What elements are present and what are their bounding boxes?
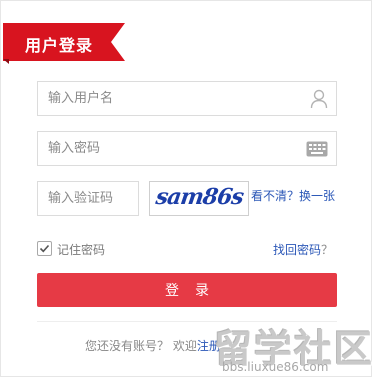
login-button[interactable]: 登录 <box>37 273 337 307</box>
captcha-image[interactable]: sam86s <box>149 181 249 216</box>
remember-label: 记住密码 <box>57 243 106 257</box>
watermark-url: bbs.liuxue86.com <box>222 360 329 374</box>
watermark: 留学社区 bbs.liuxue86.com <box>214 318 372 376</box>
register-line: 您还没有账号？ 欢迎注册 <box>85 337 221 354</box>
checkbox-box[interactable] <box>37 241 52 256</box>
keyboard-icon[interactable] <box>306 141 328 157</box>
ribbon-fold <box>3 59 9 64</box>
forgot-suffix: ？ <box>320 243 333 257</box>
captcha-text: sam86s <box>154 184 245 210</box>
captcha-field <box>37 181 139 216</box>
register-prompt: 您还没有账号？ 欢迎 <box>85 339 197 353</box>
username-input[interactable] <box>48 82 296 115</box>
title-ribbon: 用户登录 <box>3 23 125 61</box>
password-field <box>37 131 337 166</box>
page-title: 用户登录 <box>25 36 94 55</box>
forgot-password-link[interactable]: 找回密码？ <box>273 241 333 258</box>
username-field <box>37 81 337 116</box>
captcha-input[interactable] <box>48 182 134 215</box>
forgot-label: 找回密码 <box>272 243 321 257</box>
password-input[interactable] <box>48 132 296 165</box>
captcha-refresh-link[interactable]: 看不清？换一张 <box>251 187 335 204</box>
user-icon <box>310 89 328 109</box>
